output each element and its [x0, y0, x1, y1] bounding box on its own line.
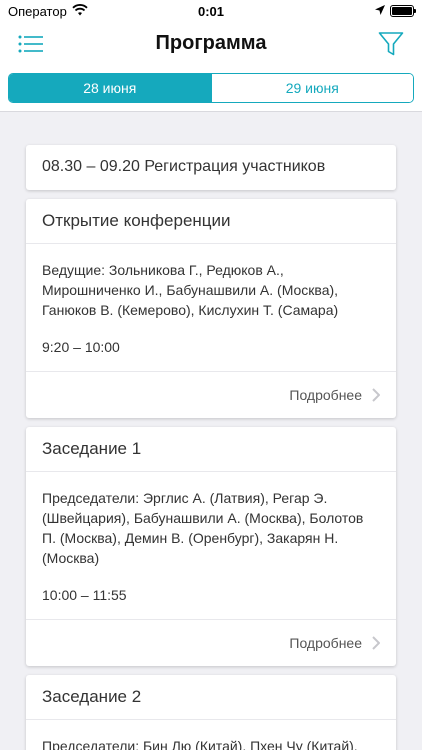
chevron-right-icon [372, 388, 380, 402]
session-chairs: Председатели: Бин Лю (Китай), Пхен Чу (К… [42, 738, 358, 750]
session-chairs: Ведущие: Зольникова Г., Редюков А., Миро… [42, 262, 339, 318]
more-label: Подробнее [289, 635, 362, 651]
tab-29-june[interactable]: 29 июня [210, 74, 413, 102]
session-body: Ведущие: Зольникова Г., Редюков А., Миро… [26, 244, 396, 372]
session-title: Заседание 2 [26, 675, 396, 720]
more-label: Подробнее [289, 387, 362, 403]
location-icon [375, 5, 385, 15]
date-segmented-control: 28 июня 29 июня [8, 73, 414, 103]
program-list: 08.30 – 09.20 Регистрация участников Отк… [26, 145, 396, 750]
session-card[interactable]: Заседание 2 Председатели: Бин Лю (Китай)… [26, 675, 396, 750]
session-body: Председатели: Бин Лю (Китай), Пхен Чу (К… [26, 720, 396, 750]
session-chairs: Председатели: Эрглис А. (Латвия), Регар … [42, 490, 364, 566]
session-title: Заседание 1 [26, 427, 396, 472]
nav-bar: Программа [0, 22, 422, 66]
date-tabs-bar: 28 июня 29 июня [0, 66, 422, 112]
more-button[interactable]: Подробнее [26, 372, 396, 418]
session-card[interactable]: Заседание 1 Председатели: Эрглис А. (Лат… [26, 427, 396, 666]
session-card[interactable]: Открытие конференции Ведущие: Зольникова… [26, 199, 396, 418]
more-button[interactable]: Подробнее [26, 620, 396, 666]
filter-icon[interactable] [378, 31, 404, 57]
session-time: 10:00 – 11:55 [42, 587, 127, 603]
tab-28-june[interactable]: 28 июня [9, 74, 211, 102]
page-title: Программа [155, 32, 267, 54]
session-body: Председатели: Эрглис А. (Латвия), Регар … [26, 472, 396, 620]
session-time: 9:20 – 10:00 [42, 339, 120, 355]
chevron-right-icon [372, 636, 380, 650]
battery-icon [390, 5, 416, 17]
registration-card[interactable]: 08.30 – 09.20 Регистрация участников [26, 145, 396, 190]
session-title: Открытие конференции [26, 199, 396, 244]
clock: 0:01 [197, 4, 225, 19]
status-bar: Оператор 0:01 [0, 0, 422, 22]
